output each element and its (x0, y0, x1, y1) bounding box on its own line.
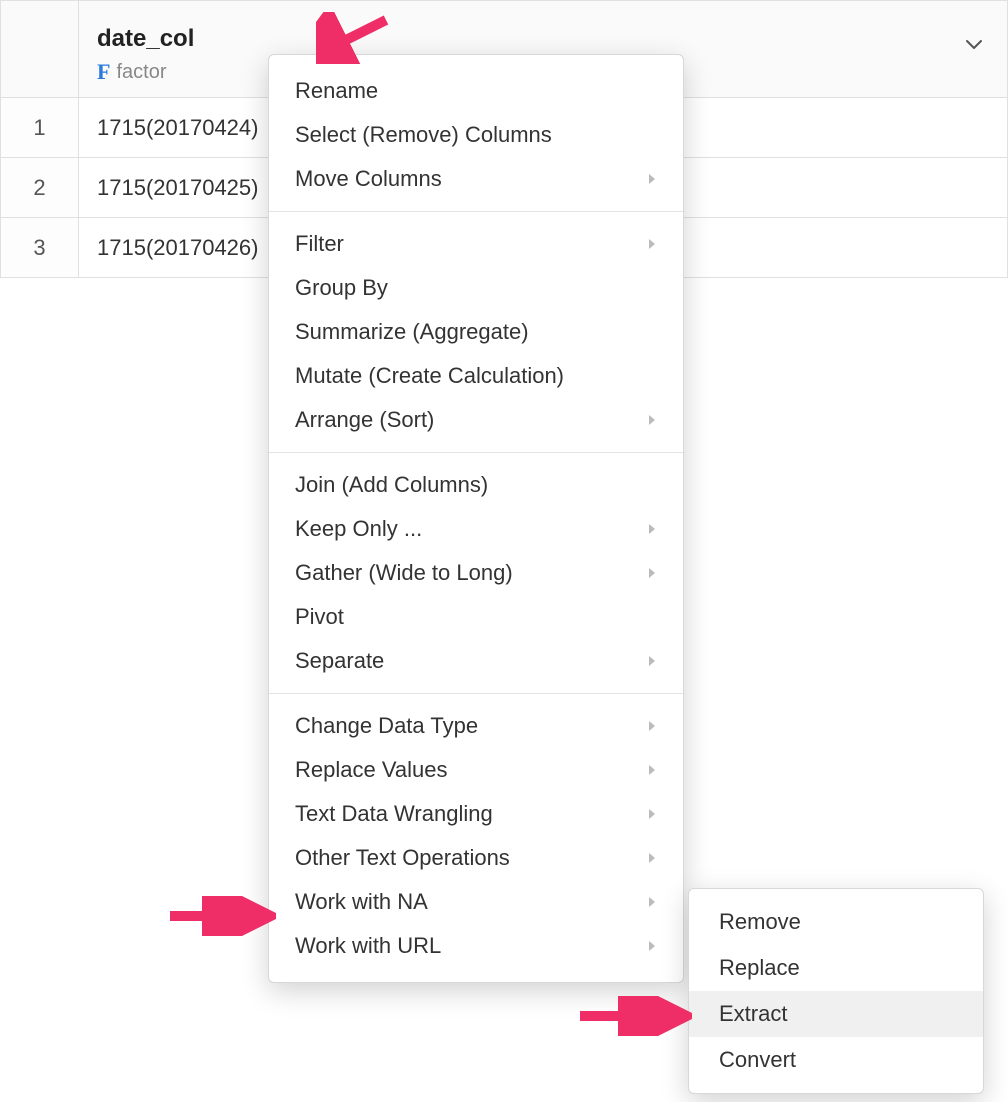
chevron-down-icon[interactable] (965, 31, 983, 57)
menu-item[interactable]: Group By (269, 266, 683, 310)
menu-item[interactable]: Join (Add Columns) (269, 463, 683, 507)
chevron-right-icon (647, 413, 657, 427)
menu-item[interactable]: Replace Values (269, 748, 683, 792)
menu-item-label: Keep Only ... (295, 516, 422, 542)
menu-item-label: Filter (295, 231, 344, 257)
menu-item-label: Gather (Wide to Long) (295, 560, 513, 586)
chevron-right-icon (647, 763, 657, 777)
menu-item[interactable]: Keep Only ... (269, 507, 683, 551)
submenu-item[interactable]: Remove (689, 899, 983, 945)
row-number: 1 (1, 98, 79, 158)
chevron-right-icon (647, 807, 657, 821)
menu-item[interactable]: Summarize (Aggregate) (269, 310, 683, 354)
chevron-right-icon (647, 939, 657, 953)
annotation-arrow-icon (164, 896, 276, 936)
menu-item[interactable]: Text Data Wrangling (269, 792, 683, 836)
chevron-right-icon (647, 172, 657, 186)
submenu-item-label: Convert (719, 1047, 796, 1073)
menu-item-label: Arrange (Sort) (295, 407, 434, 433)
menu-item[interactable]: Filter (269, 222, 683, 266)
menu-item-label: Work with NA (295, 889, 428, 915)
submenu-item-label: Replace (719, 955, 800, 981)
menu-item-label: Change Data Type (295, 713, 478, 739)
row-number-header (1, 1, 79, 98)
submenu-item[interactable]: Convert (689, 1037, 983, 1083)
menu-item[interactable]: Rename (269, 69, 683, 113)
chevron-right-icon (647, 566, 657, 580)
menu-item[interactable]: Mutate (Create Calculation) (269, 354, 683, 398)
menu-separator (269, 211, 683, 212)
submenu-item[interactable]: Replace (689, 945, 983, 991)
menu-item-label: Text Data Wrangling (295, 801, 493, 827)
chevron-right-icon (647, 522, 657, 536)
column-type-label: factor (116, 61, 166, 84)
text-wrangling-submenu: Remove Replace Extract Convert (688, 888, 984, 1094)
menu-item-label: Pivot (295, 604, 344, 630)
menu-item-label: Work with URL (295, 933, 441, 959)
chevron-right-icon (647, 851, 657, 865)
submenu-item-label: Remove (719, 909, 801, 935)
menu-item[interactable]: Other Text Operations (269, 836, 683, 880)
submenu-item[interactable]: Extract (689, 991, 983, 1037)
menu-item[interactable]: Separate (269, 639, 683, 683)
menu-item[interactable]: Pivot (269, 595, 683, 639)
menu-item[interactable]: Work with NA (269, 880, 683, 924)
menu-separator (269, 693, 683, 694)
menu-item-label: Rename (295, 78, 378, 104)
menu-item-label: Move Columns (295, 166, 442, 192)
submenu-item-label: Extract (719, 1001, 787, 1027)
menu-item-label: Group By (295, 275, 388, 301)
menu-item-label: Separate (295, 648, 384, 674)
menu-item[interactable]: Move Columns (269, 157, 683, 201)
menu-item[interactable]: Arrange (Sort) (269, 398, 683, 442)
menu-item[interactable]: Gather (Wide to Long) (269, 551, 683, 595)
chevron-right-icon (647, 719, 657, 733)
menu-item-label: Select (Remove) Columns (295, 122, 552, 148)
chevron-right-icon (647, 654, 657, 668)
menu-item-label: Other Text Operations (295, 845, 510, 871)
menu-item-label: Summarize (Aggregate) (295, 319, 529, 345)
menu-item-label: Mutate (Create Calculation) (295, 363, 564, 389)
menu-separator (269, 452, 683, 453)
factor-type-icon: F (97, 59, 110, 85)
row-number: 2 (1, 158, 79, 218)
menu-item-label: Join (Add Columns) (295, 472, 488, 498)
column-name: date_col (97, 25, 194, 53)
menu-item[interactable]: Work with URL (269, 924, 683, 968)
menu-item-label: Replace Values (295, 757, 447, 783)
chevron-right-icon (647, 237, 657, 251)
row-number: 3 (1, 218, 79, 278)
chevron-right-icon (647, 895, 657, 909)
menu-item[interactable]: Select (Remove) Columns (269, 113, 683, 157)
annotation-arrow-icon (574, 996, 692, 1036)
menu-item[interactable]: Change Data Type (269, 704, 683, 748)
column-context-menu: Rename Select (Remove) Columns Move Column… (268, 54, 684, 983)
